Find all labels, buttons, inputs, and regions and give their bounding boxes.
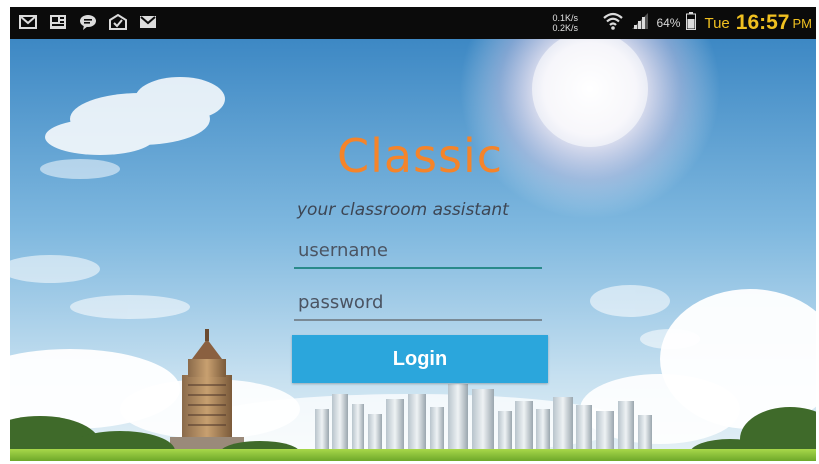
- net-down: 0.2K/s: [552, 23, 578, 33]
- password-field[interactable]: [294, 285, 542, 321]
- gmail-icon: [138, 13, 158, 31]
- chat-icon: [78, 13, 98, 31]
- password-input[interactable]: [294, 285, 542, 319]
- wifi-icon: [602, 11, 624, 36]
- username-field[interactable]: [294, 233, 542, 269]
- login-button[interactable]: Login: [292, 335, 548, 383]
- battery-percent: 64%: [656, 16, 681, 30]
- app-tagline: your classroom assistant: [297, 200, 509, 220]
- battery-icon: [686, 11, 697, 35]
- envelope-check-icon: [108, 13, 128, 31]
- signal-icon: [630, 12, 650, 35]
- status-ampm: PM: [792, 15, 813, 31]
- phone-screen: 0.1K/s 0.2K/s 64% Tue 16:57 PM Classic y…: [10, 7, 816, 461]
- mail-icon: [18, 13, 38, 31]
- status-bar: 0.1K/s 0.2K/s 64% Tue 16:57 PM: [10, 7, 816, 39]
- status-day: Tue: [704, 14, 730, 32]
- notification-icons: [18, 13, 158, 31]
- network-speed: 0.1K/s 0.2K/s: [552, 13, 596, 33]
- net-up: 0.1K/s: [552, 13, 578, 23]
- username-input[interactable]: [294, 233, 542, 267]
- system-status: 0.1K/s 0.2K/s 64% Tue 16:57 PM: [552, 9, 812, 37]
- app-title: Classic: [336, 129, 504, 183]
- news-icon: [48, 13, 68, 31]
- status-clock: 16:57: [735, 11, 790, 34]
